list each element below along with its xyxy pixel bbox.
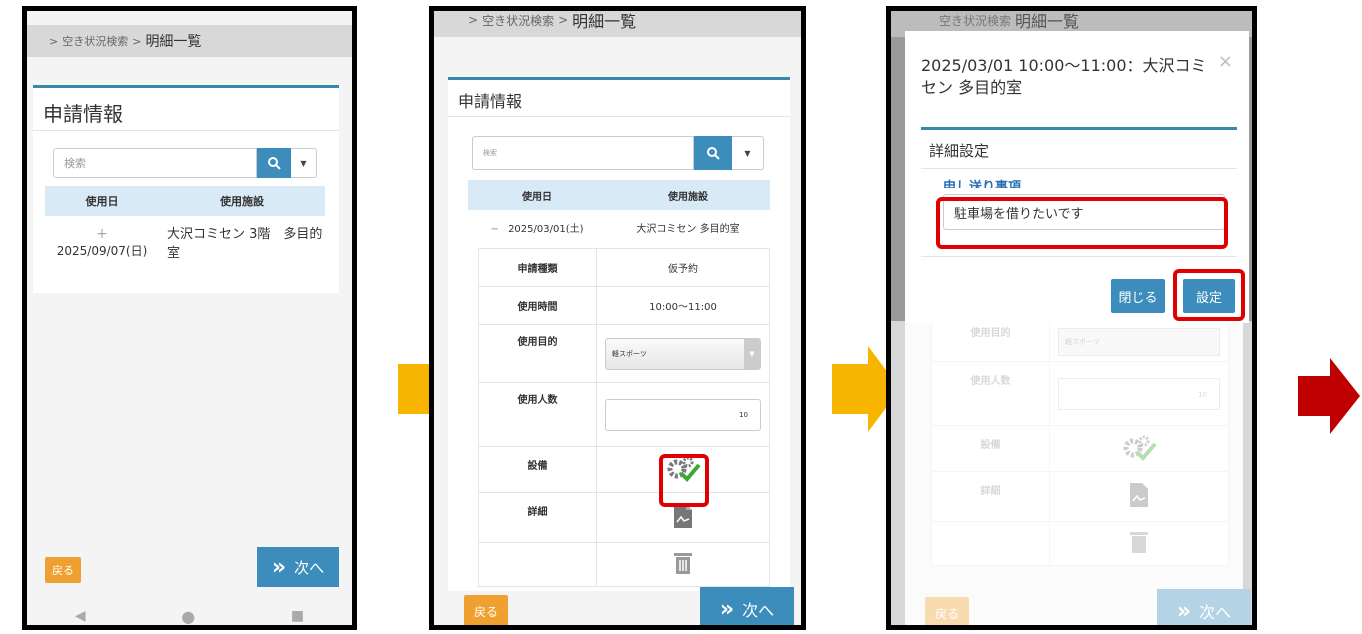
- detail-row-type: 申請種類 仮予約: [478, 248, 770, 287]
- highlight-detail-icon: [659, 454, 709, 507]
- double-chevron-icon: »: [719, 596, 735, 622]
- col-date-header: 使用日: [45, 186, 159, 216]
- col-facility-header: 使用施設: [159, 186, 325, 216]
- screen-3: 空き状況検索 明細一覧 使用目的 軽スポーツ 使用人数 10 設備 詳細 戻る …: [886, 6, 1257, 630]
- modal-title: 2025/03/01 10:00〜11:00：大沢コミセン 多目的室: [921, 56, 1207, 97]
- arrow-right-icon: [1298, 358, 1360, 434]
- highlight-set-button: [1173, 269, 1245, 321]
- search-button[interactable]: [694, 136, 732, 170]
- row-facility: 大沢コミセン 多目的室: [636, 223, 740, 235]
- detail-row-purpose: 使用目的 軽スポーツ ▼: [478, 324, 770, 383]
- back-button[interactable]: 戻る: [464, 595, 508, 625]
- chevron-down-icon: ▼: [744, 338, 760, 369]
- detail-row-delete: [478, 542, 770, 587]
- breadcrumb-parent[interactable]: 空き状況検索: [482, 12, 554, 29]
- col-facility-header: 使用施設: [606, 180, 770, 210]
- detail-row-time: 使用時間 10:00〜11:00: [478, 286, 770, 325]
- row-date: 2025/09/07(日): [56, 243, 148, 258]
- home-nav-icon[interactable]: ●: [181, 607, 195, 626]
- field-label: 申し送り事項: [943, 180, 1022, 188]
- detail-row-equipment: 設備: [478, 446, 770, 493]
- row-facility: 大沢コミセン 3階 多目的室: [167, 227, 323, 261]
- search-input[interactable]: 検索: [53, 148, 257, 178]
- search-bar: 検索 ▼: [53, 148, 317, 178]
- breadcrumb: > 空き状況検索 > 明細一覧: [434, 11, 801, 37]
- section-title: 詳細設定: [929, 142, 990, 160]
- application-panel: 申請情報 検索 ▼ 使用日 使用施設 − 2025/03/01(土) 大沢コミセ…: [448, 77, 790, 591]
- search-bar: 検索 ▼: [472, 136, 764, 170]
- breadcrumb: > 空き状況検索 > 明細一覧: [27, 25, 352, 57]
- screen-1: > 空き状況検索 > 明細一覧 申請情報 検索 ▼ 使用日 使用施設 + 202…: [22, 6, 357, 630]
- recent-nav-icon[interactable]: ■: [291, 608, 304, 624]
- reservation-table: 使用日 使用施設 + 2025/09/07(日) 大沢コミセン 3階 多目的室: [45, 186, 325, 268]
- page-title: 申請情報: [458, 92, 523, 111]
- breadcrumb-current: 明細一覧: [572, 12, 637, 31]
- search-icon: [707, 147, 720, 160]
- screen-2: > 空き状況検索 > 明細一覧 申請情報 検索 ▼ 使用日 使用施設 − 202…: [429, 6, 806, 630]
- expand-icon[interactable]: +: [45, 226, 159, 242]
- reservation-table: 使用日 使用施設 − 2025/03/01(土) 大沢コミセン 多目的室: [468, 180, 770, 244]
- background-fade: [891, 321, 1252, 625]
- breadcrumb-separator: >: [132, 34, 142, 48]
- highlight-notes-input: [936, 197, 1228, 249]
- breadcrumb-current: 明細一覧: [145, 34, 202, 50]
- collapse-icon[interactable]: −: [490, 224, 498, 235]
- next-button[interactable]: » 次へ: [257, 547, 339, 587]
- search-input[interactable]: 検索: [472, 136, 694, 170]
- close-icon[interactable]: ×: [1218, 51, 1233, 72]
- detail-row-people: 使用人数 10: [478, 382, 770, 447]
- double-chevron-icon: »: [271, 554, 287, 580]
- table-row[interactable]: + 2025/09/07(日) 大沢コミセン 3階 多目的室: [45, 216, 325, 268]
- close-button[interactable]: 閉じる: [1111, 279, 1165, 313]
- col-date-header: 使用日: [468, 180, 606, 210]
- android-nav-bar: ◀ ● ■: [27, 601, 352, 626]
- search-button[interactable]: [257, 148, 291, 178]
- breadcrumb-parent[interactable]: 空き状況検索: [62, 33, 128, 49]
- row-date: 2025/03/01(土): [508, 223, 584, 235]
- detail-table: 申請種類 仮予約 使用時間 10:00〜11:00 使用目的 軽スポーツ ▼ 使…: [478, 248, 770, 587]
- back-button[interactable]: 戻る: [45, 557, 81, 583]
- people-input[interactable]: 10: [605, 398, 761, 431]
- detail-row-detail: 詳細: [478, 492, 770, 543]
- page-title: 申請情報: [43, 102, 123, 126]
- breadcrumb-separator: >: [49, 34, 59, 48]
- application-panel: 申請情報 検索 ▼ 使用日 使用施設 + 2025/09/07(日) 大沢コミセ…: [33, 85, 339, 293]
- purpose-select[interactable]: 軽スポーツ ▼: [605, 337, 761, 370]
- search-dropdown[interactable]: ▼: [732, 136, 764, 170]
- search-icon: [268, 157, 281, 170]
- table-row[interactable]: − 2025/03/01(土) 大沢コミセン 多目的室: [468, 210, 770, 244]
- next-button[interactable]: » 次へ: [700, 587, 794, 625]
- search-dropdown[interactable]: ▼: [291, 148, 317, 178]
- trash-icon[interactable]: [673, 551, 693, 575]
- back-nav-icon[interactable]: ◀: [75, 608, 86, 624]
